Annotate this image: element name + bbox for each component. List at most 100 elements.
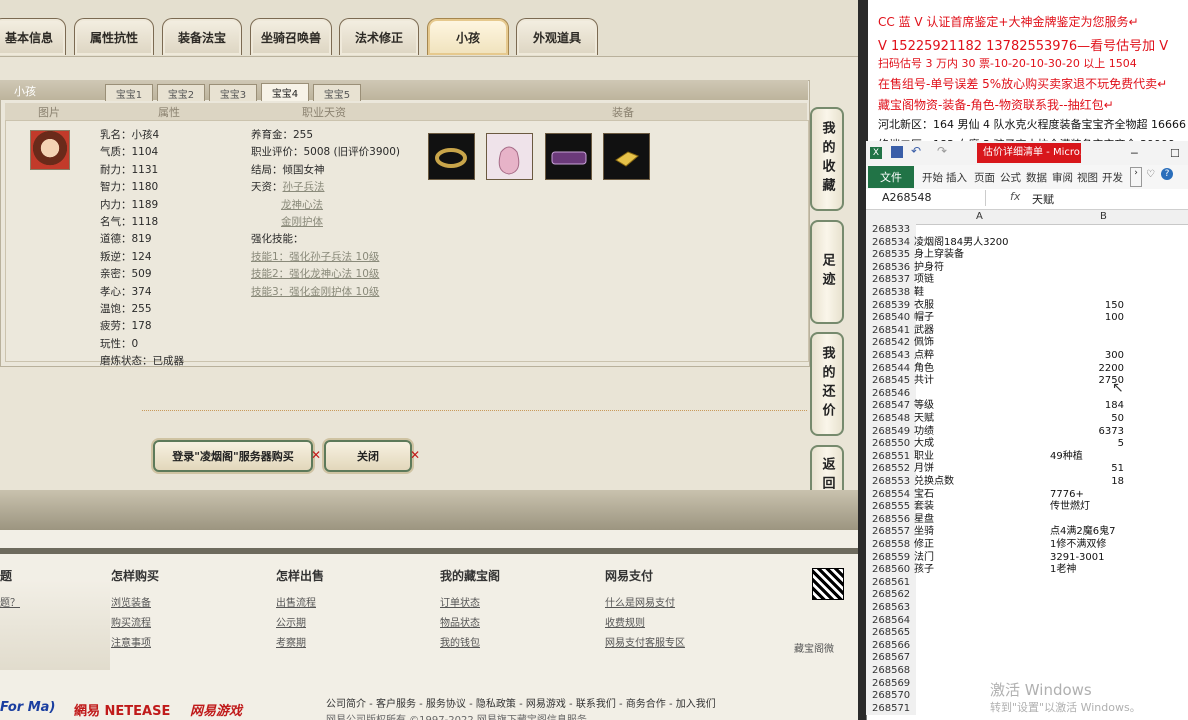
tab-equipment[interactable]: 装备法宝 (162, 18, 242, 55)
row-number[interactable]: 268563 (866, 602, 916, 615)
tab-appearance[interactable]: 外观道具 (516, 18, 598, 55)
row-number[interactable]: 268544 (866, 362, 916, 376)
buy-on-server-button[interactable]: 登录"凌烟阁"服务器购买 (153, 440, 313, 472)
cell-b[interactable]: 传世燃灯 (1050, 501, 1090, 514)
table-row[interactable]: 268565 (866, 627, 1188, 640)
equipment-scroll-icon[interactable] (545, 133, 592, 180)
cell-b[interactable]: 1老神 (1050, 564, 1076, 577)
talent-link[interactable]: 龙神心法 (281, 199, 323, 211)
footer-link[interactable]: 公示期 (276, 614, 306, 629)
row-number[interactable]: 268546 (866, 387, 916, 401)
row-number[interactable]: 268545 (866, 375, 916, 388)
row-number[interactable]: 268541 (866, 324, 916, 338)
subtab-baby4[interactable]: 宝宝4 (261, 83, 309, 101)
table-row[interactable]: 268550 大成 5 (866, 438, 1188, 451)
cell-a[interactable]: 修正 (914, 539, 934, 552)
table-row[interactable]: 268540 帽子 100 (866, 312, 1188, 325)
table-row[interactable]: 268566 (866, 639, 1188, 653)
cell-a[interactable]: 套装 (914, 501, 934, 514)
table-row[interactable]: 268556 星盘 (866, 513, 1188, 527)
equipment-gold-icon[interactable] (603, 133, 650, 180)
table-row[interactable]: 268546 (866, 387, 1188, 401)
table-row[interactable]: 268538 鞋 (866, 287, 1188, 300)
table-row[interactable]: 268564 (866, 614, 1188, 628)
table-row[interactable]: 268562 (866, 589, 1188, 602)
table-row[interactable]: 268545 共计 2750 (866, 375, 1188, 388)
ribbon-tab-file[interactable]: 文件 (868, 166, 914, 188)
cell-a[interactable]: 项链 (914, 274, 934, 287)
row-number[interactable]: 268554 (866, 488, 916, 502)
footer-link[interactable]: 收费规则 (605, 614, 645, 629)
table-row[interactable]: 268567 (866, 652, 1188, 665)
row-number[interactable]: 268558 (866, 539, 916, 552)
table-row[interactable]: 268557 坐骑 点4满2魔6鬼7 (866, 526, 1188, 539)
table-row[interactable]: 268543 点粹 300 (866, 350, 1188, 363)
row-number[interactable]: 268540 (866, 312, 916, 325)
row-number[interactable]: 268549 (866, 425, 916, 439)
ribbon-tab-insert[interactable]: 插入 (946, 170, 967, 185)
cell-a[interactable]: 共计 (914, 375, 934, 388)
footer-link[interactable]: 我的钱包 (440, 634, 480, 649)
row-number[interactable]: 268535 (866, 249, 916, 262)
column-header-b[interactable]: B (1100, 211, 1107, 222)
table-row[interactable]: 268544 角色 2200 (866, 362, 1188, 376)
ribbon-scroll-right-icon[interactable]: › (1130, 167, 1142, 187)
table-row[interactable]: 268553 兑换点数 18 (866, 476, 1188, 489)
help-icon[interactable]: ? (1161, 168, 1173, 180)
tab-mounts-pets[interactable]: 坐骑召唤兽 (250, 18, 332, 55)
table-row[interactable]: 268548 天赋 50 (866, 413, 1188, 426)
footer-link[interactable]: 购买流程 (111, 614, 151, 629)
my-favorites-button[interactable]: 我的收藏 (810, 107, 844, 211)
cell-a[interactable]: 护身符 (914, 262, 944, 275)
cell-a[interactable]: 月饼 (914, 463, 934, 476)
redo-icon[interactable]: ↷ (937, 144, 947, 158)
undo-icon[interactable]: ↶ (911, 144, 921, 158)
row-number[interactable]: 268547 (866, 400, 916, 413)
table-row[interactable]: 268552 月饼 51 (866, 463, 1188, 476)
subtab-baby1[interactable]: 宝宝1 (105, 84, 153, 101)
cell-b[interactable]: 1修不满双修 (1050, 539, 1106, 552)
table-row[interactable]: 268533 (866, 224, 1188, 237)
row-number[interactable]: 268562 (866, 589, 916, 602)
my-counteroffers-button[interactable]: 我的还价 (810, 332, 844, 436)
ribbon-tab-review[interactable]: 审阅 (1052, 170, 1073, 185)
skill-link[interactable]: 技能3：强化金刚护体 10级 (251, 286, 379, 298)
table-row[interactable]: 268537 项链 (866, 274, 1188, 287)
table-row[interactable]: 268551 职业 49种植 (866, 450, 1188, 464)
cell-a[interactable]: 职业 (914, 451, 934, 464)
tab-child[interactable]: 小孩 (427, 18, 509, 55)
tab-spell-correction[interactable]: 法术修正 (339, 18, 419, 55)
name-box[interactable]: A268548 (868, 190, 986, 206)
row-number[interactable]: 268543 (866, 350, 916, 363)
cell-a[interactable]: 衣服 (914, 300, 934, 313)
ribbon-tab-data[interactable]: 数据 (1026, 170, 1047, 185)
cell-b[interactable]: 2200 (1046, 363, 1124, 376)
row-number[interactable]: 268564 (866, 614, 916, 628)
row-number[interactable]: 268560 (866, 564, 916, 577)
table-row[interactable]: 268555 套装 传世燃灯 (866, 501, 1188, 514)
minimize-icon[interactable]: ─ (1131, 147, 1138, 160)
footprints-button[interactable]: 足迹 (810, 220, 844, 324)
cell-a[interactable]: 兑换点数 (914, 476, 954, 489)
row-number[interactable]: 268570 (866, 690, 916, 703)
table-row[interactable]: 268561 (866, 576, 1188, 590)
ribbon-tab-view[interactable]: 视图 (1077, 170, 1098, 185)
row-number[interactable]: 268539 (866, 299, 916, 313)
maximize-icon[interactable]: ☐ (1170, 147, 1180, 160)
talent-link[interactable]: 孙子兵法 (283, 181, 325, 193)
function-icon[interactable]: fx (1010, 190, 1020, 203)
footer-link[interactable]: 注意事项 (111, 634, 151, 649)
cell-b[interactable]: 50 (1046, 413, 1124, 426)
row-number[interactable]: 268548 (866, 413, 916, 426)
row-number[interactable]: 268537 (866, 274, 916, 287)
footer-left-link[interactable]: 题？ (0, 594, 20, 609)
formula-input[interactable]: 天赋 (1032, 191, 1054, 207)
table-row[interactable]: 268558 修正 1修不满双修 (866, 539, 1188, 552)
equipment-pouch-icon[interactable] (486, 133, 533, 180)
row-number[interactable]: 268557 (866, 526, 916, 539)
column-header-a[interactable]: A (976, 211, 983, 222)
cell-a[interactable]: 天赋 (914, 413, 934, 426)
footer-link[interactable]: 考察期 (276, 634, 306, 649)
tab-basic-info[interactable]: 基本信息 (0, 18, 66, 55)
cell-b[interactable]: 3291-3001 (1050, 552, 1105, 565)
